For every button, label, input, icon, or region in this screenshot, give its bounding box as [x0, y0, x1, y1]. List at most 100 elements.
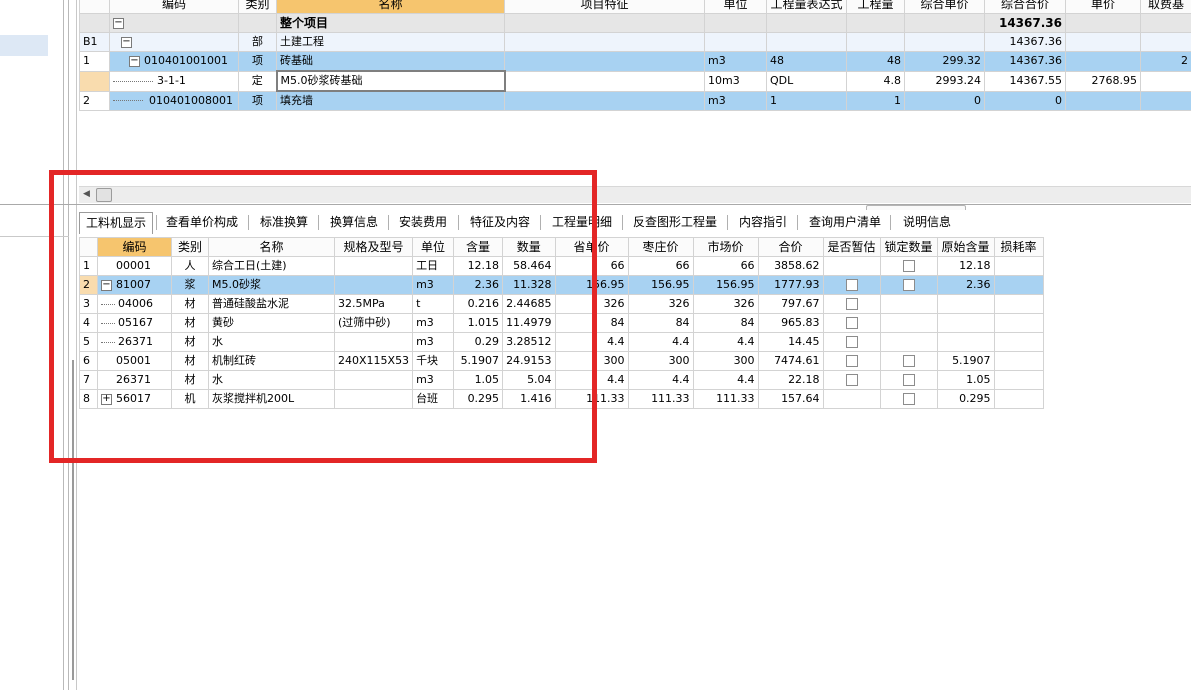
market-price-cell[interactable]: 4.4 [692, 332, 759, 352]
tab-user-list[interactable]: 查询用户清单 [803, 212, 887, 233]
column-header[interactable]: 工程量表达式 [766, 0, 847, 14]
total-cell[interactable]: 3858.62 [757, 256, 824, 276]
unit-cell[interactable] [704, 32, 767, 52]
left-panel-selected-item[interactable] [0, 35, 48, 56]
fee-base-cell[interactable] [1140, 90, 1191, 111]
collapse-icon[interactable]: − [113, 17, 124, 29]
loss-rate-cell[interactable] [993, 294, 1044, 314]
total-cell[interactable]: 157.64 [757, 389, 824, 409]
column-header[interactable]: 损耗率 [993, 237, 1044, 257]
lock-quantity-checkbox[interactable] [902, 355, 915, 367]
unit-cell[interactable]: m3 [704, 51, 767, 72]
total-cell[interactable]: 14.45 [757, 332, 824, 352]
name-cell[interactable]: 填充墙 [276, 90, 505, 111]
column-header[interactable]: 锁定数量 [879, 237, 938, 257]
total-cell[interactable]: 1777.93 [757, 275, 824, 295]
column-header[interactable]: 取费基 [1140, 0, 1191, 14]
zaozhuang-price-cell[interactable]: 4.4 [627, 332, 694, 352]
column-header[interactable]: 项目特征 [504, 0, 705, 14]
price-cell[interactable]: 299.32 [904, 51, 985, 72]
zaozhuang-price-cell[interactable]: 326 [627, 294, 694, 314]
feature-cell[interactable] [504, 32, 705, 52]
tab-graphic-quantity[interactable]: 反查图形工程量 [627, 212, 723, 233]
lock-quantity-checkbox[interactable] [902, 279, 915, 291]
name-cell-editing[interactable]: M5.0砂浆砖基础 [275, 70, 506, 92]
type-cell[interactable]: 定 [238, 70, 277, 92]
zaozhuang-price-cell[interactable]: 111.33 [627, 389, 694, 409]
type-cell[interactable]: 部 [238, 32, 277, 52]
estimate-checkbox-cell[interactable] [822, 275, 881, 295]
price-cell[interactable]: 0 [904, 90, 985, 111]
estimate-checkbox-cell[interactable] [822, 389, 881, 409]
type-cell[interactable]: 项 [238, 51, 277, 72]
estimate-checkbox-cell[interactable] [822, 332, 881, 352]
table-row[interactable]: 1 −010401001001 项 砖基础 m3 48 48 299.32 14… [79, 51, 1191, 72]
unit-price-cell[interactable] [1065, 51, 1141, 72]
tab-content-guide[interactable]: 内容指引 [733, 212, 793, 233]
feature-cell[interactable] [504, 70, 705, 92]
loss-rate-cell[interactable] [993, 351, 1044, 371]
name-cell[interactable]: 整个项目 [276, 13, 505, 33]
collapse-icon[interactable]: − [129, 55, 140, 67]
zaozhuang-price-cell[interactable]: 300 [627, 351, 694, 371]
loss-rate-cell[interactable] [993, 256, 1044, 276]
zaozhuang-price-cell[interactable]: 66 [627, 256, 694, 276]
code-cell[interactable]: −010401001001 [109, 51, 239, 72]
qty-cell[interactable] [846, 32, 905, 52]
column-header[interactable]: 合价 [757, 237, 824, 257]
total-cell[interactable]: 14367.36 [984, 51, 1066, 72]
loss-rate-cell[interactable] [993, 389, 1044, 409]
column-header-name[interactable]: 名称 [276, 0, 505, 14]
column-header[interactable]: 原始含量 [936, 237, 995, 257]
fee-base-cell[interactable] [1140, 32, 1191, 52]
loss-rate-cell[interactable] [993, 370, 1044, 390]
price-cell[interactable] [904, 32, 985, 52]
type-cell[interactable]: 项 [238, 90, 277, 111]
market-price-cell[interactable]: 66 [692, 256, 759, 276]
column-header[interactable]: 单位 [704, 0, 767, 14]
unit-price-cell[interactable] [1065, 90, 1141, 111]
column-header[interactable]: 是否暂估 [822, 237, 881, 257]
unit-cell[interactable]: m3 [704, 90, 767, 111]
unit-price-cell[interactable] [1065, 32, 1141, 52]
zaozhuang-price-cell[interactable]: 156.95 [627, 275, 694, 295]
lock-quantity-checkbox[interactable] [902, 260, 915, 272]
original-content-cell[interactable] [936, 294, 995, 314]
lock-checkbox-cell[interactable] [879, 332, 938, 352]
estimate-checkbox-cell[interactable] [822, 256, 881, 276]
lock-checkbox-cell[interactable] [879, 389, 938, 409]
qty-cell[interactable]: 1 [846, 90, 905, 111]
unit-price-cell[interactable] [1065, 13, 1141, 33]
expr-cell[interactable]: 1 [766, 90, 847, 111]
name-cell[interactable]: 砖基础 [276, 51, 505, 72]
column-header[interactable]: 编码 [109, 0, 239, 14]
lock-checkbox-cell[interactable] [879, 275, 938, 295]
lock-quantity-checkbox[interactable] [902, 393, 915, 405]
price-cell[interactable]: 2993.24 [904, 70, 985, 92]
column-header[interactable]: 工程量 [846, 0, 905, 14]
market-price-cell[interactable]: 84 [692, 313, 759, 333]
column-header[interactable]: 枣庄价 [627, 237, 694, 257]
original-content-cell[interactable]: 0.295 [936, 389, 995, 409]
fee-base-cell[interactable] [1140, 70, 1191, 92]
column-header[interactable]: 市场价 [692, 237, 759, 257]
code-cell[interactable]: 3-1-1 [109, 70, 239, 92]
unit-cell[interactable]: 10m3 [704, 70, 767, 92]
estimate-checkbox-cell[interactable] [822, 370, 881, 390]
total-cell[interactable]: 0 [984, 90, 1066, 111]
original-content-cell[interactable]: 5.1907 [936, 351, 995, 371]
original-content-cell[interactable]: 12.18 [936, 256, 995, 276]
original-content-cell[interactable]: 1.05 [936, 370, 995, 390]
table-row[interactable]: B1 − 部 土建工程 14367.36 [79, 32, 1191, 52]
column-header[interactable]: 综合单价 [904, 0, 985, 14]
zaozhuang-price-cell[interactable]: 4.4 [627, 370, 694, 390]
loss-rate-cell[interactable] [993, 313, 1044, 333]
column-header[interactable]: 综合合价 [984, 0, 1066, 14]
market-price-cell[interactable]: 156.95 [692, 275, 759, 295]
original-content-cell[interactable]: 2.36 [936, 275, 995, 295]
lock-checkbox-cell[interactable] [879, 370, 938, 390]
zaozhuang-price-cell[interactable]: 84 [627, 313, 694, 333]
fee-base-cell[interactable] [1140, 13, 1191, 33]
market-price-cell[interactable]: 300 [692, 351, 759, 371]
feature-cell[interactable] [504, 90, 705, 111]
